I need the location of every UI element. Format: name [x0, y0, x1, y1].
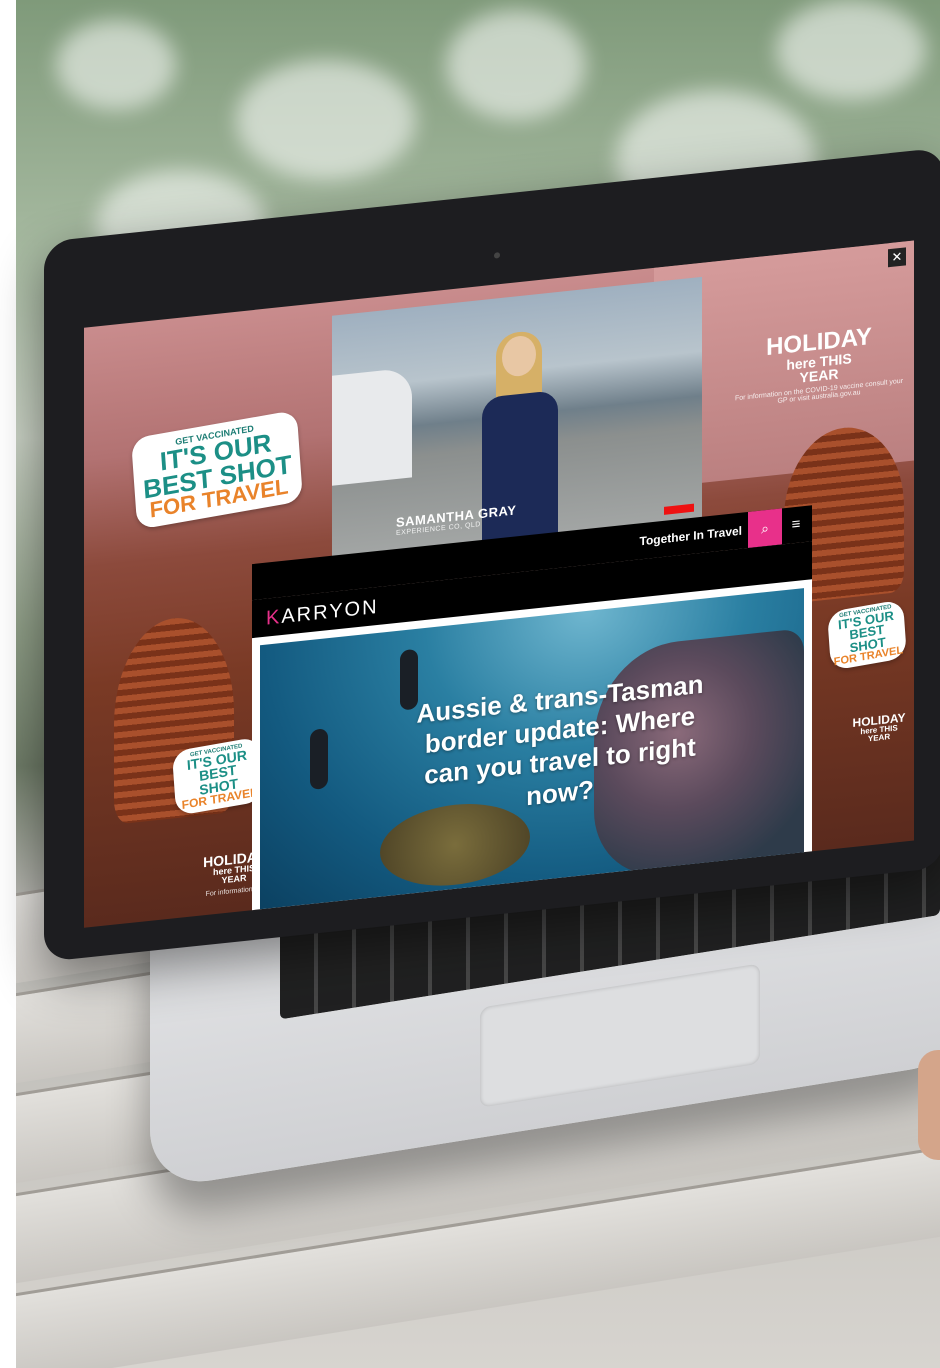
webcam [494, 252, 500, 259]
laptop-screen: ✕ GET VACCINATED IT'S OUR BEST SHOT FOR … [84, 240, 914, 928]
karryon-logo[interactable]: KARRYON [266, 596, 379, 631]
site-tagline[interactable]: Together In Travel [640, 524, 742, 549]
logo-text: ARRYON [281, 595, 379, 629]
laptop-lid: ✕ GET VACCINATED IT'S OUR BEST SHOT FOR … [44, 147, 940, 962]
karryon-website: Together In Travel ⌕ ≡ KARRYON Aussie & … [252, 505, 812, 921]
vaccine-sticker-right: GET VACCINATED IT'S OUR BEST SHOT FOR TR… [827, 599, 907, 672]
search-icon[interactable]: ⌕ [748, 508, 782, 549]
logo-letter: K [266, 606, 282, 630]
boat [332, 367, 412, 486]
vaccine-sticker-large: GET VACCINATED IT'S OUR BEST SHOT FOR TR… [130, 409, 304, 531]
menu-icon[interactable]: ≡ [784, 506, 808, 545]
video-ad[interactable]: SAMANTHA GRAY EXPERIENCE CO, QLD [332, 276, 702, 564]
diver [310, 728, 328, 791]
hero-article[interactable]: Aussie & trans-Tasman border update: Whe… [260, 588, 804, 920]
close-icon[interactable]: ✕ [888, 247, 906, 268]
holiday-here-this-year-right: HOLIDAY here THIS YEAR [849, 710, 909, 745]
hand [918, 1050, 940, 1160]
video-logo [664, 503, 694, 515]
laptop: ✕ GET VACCINATED IT'S OUR BEST SHOT FOR … [0, 0, 940, 1368]
trackpad [480, 963, 760, 1108]
